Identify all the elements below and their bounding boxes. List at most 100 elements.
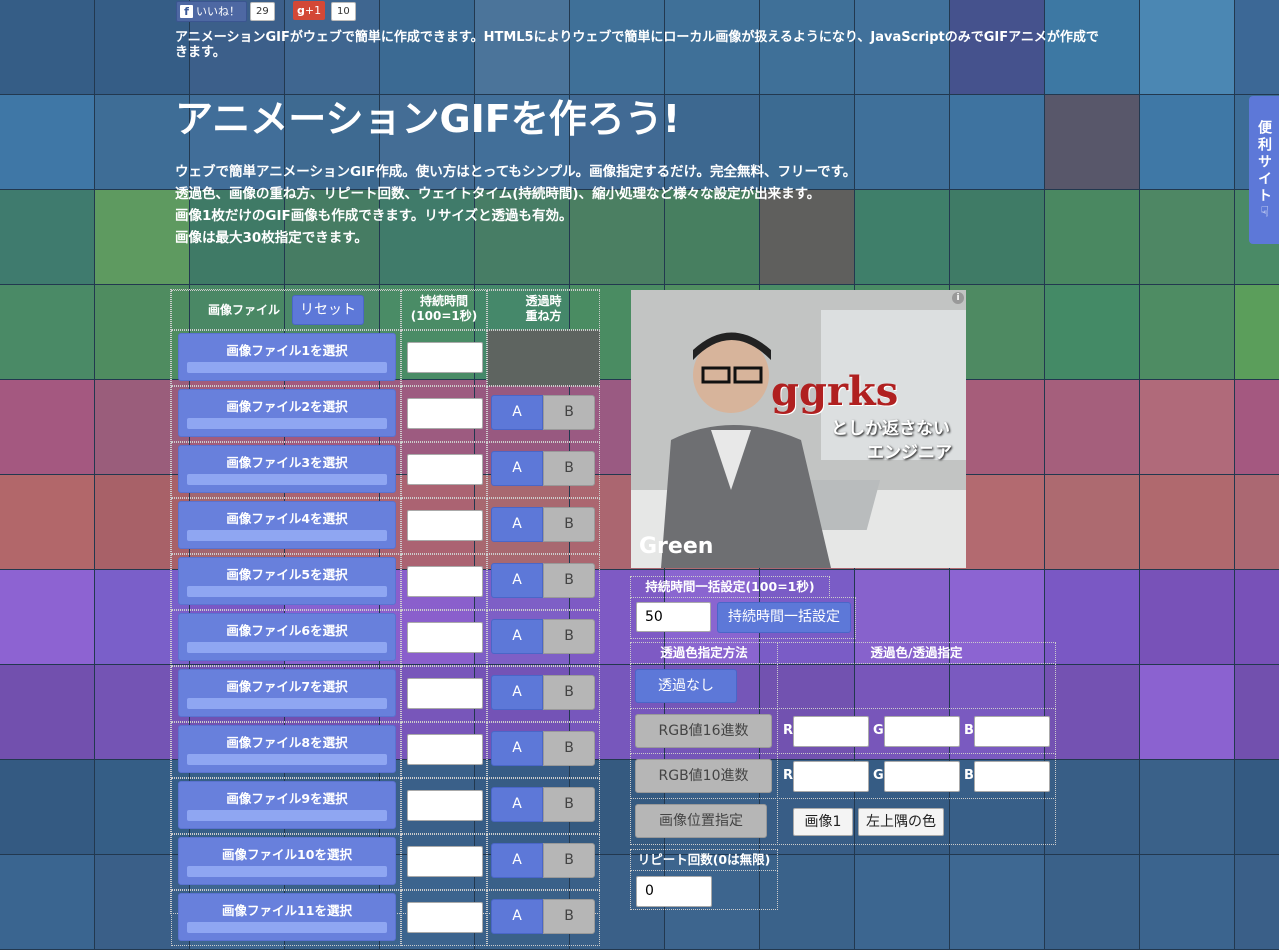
dec-r-input[interactable] bbox=[793, 761, 869, 792]
duration-input[interactable] bbox=[407, 398, 483, 429]
repeat-input[interactable]: 0 bbox=[636, 876, 712, 907]
select-image-file-button[interactable]: 画像ファイル2を選択 bbox=[178, 389, 396, 437]
background-tile bbox=[1045, 190, 1140, 285]
overlay-option-a[interactable]: A bbox=[491, 787, 543, 822]
overlay-option-a[interactable]: A bbox=[491, 395, 543, 430]
duration-input[interactable] bbox=[407, 622, 483, 653]
background-tile bbox=[1045, 285, 1140, 380]
select-image-file-label: 画像ファイル5を選択 bbox=[226, 567, 348, 582]
header-duration-label: 持続時間 bbox=[419, 294, 468, 308]
overlay-option-a[interactable]: A bbox=[491, 675, 543, 710]
duration-input[interactable] bbox=[407, 454, 483, 485]
top-left-color-button[interactable]: 左上隅の色 bbox=[858, 808, 944, 836]
overlay-toggle: AB bbox=[491, 899, 595, 934]
background-tile bbox=[0, 285, 95, 380]
select-image-file-button[interactable]: 画像ファイル4を選択 bbox=[178, 501, 396, 549]
file-progress-bar bbox=[187, 810, 387, 821]
overlay-toggle: AB bbox=[491, 731, 595, 766]
image-select[interactable]: 画像1 bbox=[793, 808, 853, 836]
select-image-file-label: 画像ファイル7を選択 bbox=[226, 679, 348, 694]
hex-g-input[interactable] bbox=[884, 716, 960, 747]
hex-r-input[interactable] bbox=[793, 716, 869, 747]
overlay-option-a[interactable]: A bbox=[491, 563, 543, 598]
overlay-option-b[interactable]: B bbox=[543, 619, 595, 654]
overlay-toggle: AB bbox=[491, 451, 595, 486]
advertisement[interactable]: ggrks としか返さない エンジニア Green i bbox=[631, 290, 966, 568]
duration-bulk-input[interactable]: 50 bbox=[636, 602, 711, 632]
select-image-file-label: 画像ファイル11を選択 bbox=[222, 903, 352, 918]
dec-b-input[interactable] bbox=[974, 761, 1050, 792]
overlay-option-a[interactable]: A bbox=[491, 451, 543, 486]
background-tile bbox=[1140, 760, 1235, 855]
overlay-option-b[interactable]: B bbox=[543, 507, 595, 542]
duration-input[interactable] bbox=[407, 342, 483, 373]
duration-cell bbox=[401, 330, 487, 386]
overlay-toggle: AB bbox=[491, 619, 595, 654]
repeat-label: リピート回数(0は無限) bbox=[637, 852, 771, 867]
overlay-toggle: AB bbox=[491, 675, 595, 710]
facebook-icon: f bbox=[180, 5, 193, 18]
select-image-file-button[interactable]: 画像ファイル1を選択 bbox=[178, 333, 396, 381]
overlay-option-a[interactable]: A bbox=[491, 843, 543, 878]
select-image-file-label: 画像ファイル6を選択 bbox=[226, 623, 348, 638]
overlay-option-b[interactable]: B bbox=[543, 787, 595, 822]
ad-line3: エンジニア bbox=[867, 443, 952, 463]
duration-input[interactable] bbox=[407, 846, 483, 877]
duration-input[interactable] bbox=[407, 566, 483, 597]
file-cell: 画像ファイル8を選択 bbox=[171, 722, 401, 778]
overlay-option-b[interactable]: B bbox=[543, 563, 595, 598]
no-transparency-button[interactable]: 透過なし bbox=[635, 669, 737, 703]
select-image-file-button[interactable]: 画像ファイル6を選択 bbox=[178, 613, 396, 661]
rgb-dec-button[interactable]: RGB値10進数 bbox=[635, 759, 772, 793]
background-tile bbox=[1045, 665, 1140, 760]
overlay-option-b[interactable]: B bbox=[543, 675, 595, 710]
duration-input[interactable] bbox=[407, 678, 483, 709]
overlay-option-a[interactable]: A bbox=[491, 507, 543, 542]
duration-cell bbox=[401, 834, 487, 890]
select-image-file-button[interactable]: 画像ファイル11を選択 bbox=[178, 893, 396, 941]
duration-input[interactable] bbox=[407, 902, 483, 933]
facebook-like-button[interactable]: f いいね！ bbox=[176, 1, 247, 22]
file-row: 画像ファイル7を選択 A B bbox=[171, 666, 601, 722]
background-tile bbox=[0, 475, 95, 570]
select-image-file-button[interactable]: 画像ファイル7を選択 bbox=[178, 669, 396, 717]
useful-sites-tab[interactable]: 便利サイト☞ bbox=[1249, 96, 1279, 244]
file-progress-bar bbox=[187, 698, 387, 709]
overlay-option-a[interactable]: A bbox=[491, 619, 543, 654]
intro-text: アニメーションGIFがウェブで簡単に作成できます。HTML5によりウェブで簡単に… bbox=[175, 30, 1099, 60]
image-position-button[interactable]: 画像位置指定 bbox=[635, 804, 767, 838]
dec-g-input[interactable] bbox=[884, 761, 960, 792]
file-cell: 画像ファイル5を選択 bbox=[171, 554, 401, 610]
select-image-file-button[interactable]: 画像ファイル10を選択 bbox=[178, 837, 396, 885]
duration-input[interactable] bbox=[407, 510, 483, 541]
hex-b-input[interactable] bbox=[974, 716, 1050, 747]
duration-bulk-button[interactable]: 持続時間一括設定 bbox=[717, 602, 851, 633]
overlay-option-a[interactable]: A bbox=[491, 899, 543, 934]
file-row: 画像ファイル4を選択 A B bbox=[171, 498, 601, 554]
background-tile bbox=[1045, 760, 1140, 855]
duration-input[interactable] bbox=[407, 734, 483, 765]
overlay-option-b[interactable]: B bbox=[543, 451, 595, 486]
overlay-option-b[interactable]: B bbox=[543, 395, 595, 430]
background-tile bbox=[855, 95, 950, 190]
rgb-hex-button[interactable]: RGB値16進数 bbox=[635, 714, 772, 748]
overlay-option-a[interactable]: A bbox=[491, 731, 543, 766]
select-image-file-button[interactable]: 画像ファイル5を選択 bbox=[178, 557, 396, 605]
duration-cell bbox=[401, 890, 487, 946]
select-image-file-button[interactable]: 画像ファイル8を選択 bbox=[178, 725, 396, 773]
select-image-file-button[interactable]: 画像ファイル9を選択 bbox=[178, 781, 396, 829]
select-image-file-label: 画像ファイル4を選択 bbox=[226, 511, 348, 526]
background-tile bbox=[1140, 285, 1235, 380]
overlay-option-b[interactable]: B bbox=[543, 731, 595, 766]
duration-cell bbox=[401, 442, 487, 498]
overlay-cell bbox=[487, 330, 600, 386]
overlay-option-b[interactable]: B bbox=[543, 843, 595, 878]
description-line: 画像は最大30枚指定できます。 bbox=[175, 230, 368, 246]
duration-input[interactable] bbox=[407, 790, 483, 821]
background-tile bbox=[950, 855, 1045, 950]
overlay-option-b[interactable]: B bbox=[543, 899, 595, 934]
ad-info-icon[interactable]: i bbox=[952, 292, 964, 304]
google-plus-button[interactable]: g+1 bbox=[293, 1, 326, 20]
reset-button[interactable]: リセット bbox=[292, 295, 364, 325]
select-image-file-button[interactable]: 画像ファイル3を選択 bbox=[178, 445, 396, 493]
